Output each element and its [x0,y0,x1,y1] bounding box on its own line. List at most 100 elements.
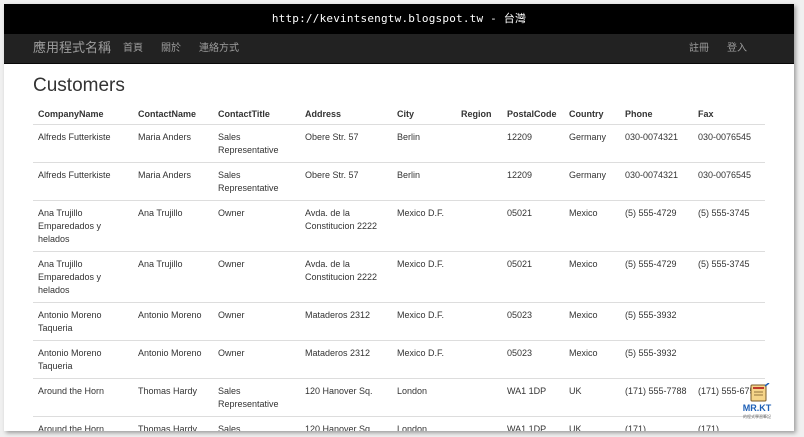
table-cell: Antonio Moreno Taqueria [33,302,133,341]
table-cell: Mataderos 2312 [300,302,392,341]
table-cell: 030-0074321 [620,124,693,163]
browser-viewport: http://kevintsengtw.blogspot.tw - 台灣 應用程… [4,4,794,431]
table-cell: Mataderos 2312 [300,340,392,379]
table-cell: Avda. de la Constitucion 2222 [300,200,392,252]
table-cell: Owner [213,302,300,341]
table-cell: Mexico D.F. [392,251,456,303]
table-cell: 12209 [502,124,564,163]
table-cell: Ana Trujillo [133,200,213,252]
column-header: CompanyName [33,103,133,125]
column-header: ContactName [133,103,213,125]
table-row: Antonio Moreno Taqueria Antonio Moreno Own… [33,302,765,341]
table-cell: Berlin [392,124,456,163]
table-cell: Maria Anders [133,124,213,163]
table-cell: (5) 555-3932 [620,302,693,341]
table-cell: 030-0076545 [693,124,765,163]
column-header: City [392,103,456,125]
table-cell: 120 Hanover Sq. [300,378,392,417]
column-header: ContactTitle [213,103,300,125]
table-cell: Sales [213,416,300,431]
table-cell: Antonio Moreno [133,340,213,379]
table-cell [693,340,765,379]
nav-item-register[interactable]: 註冊 [680,34,718,63]
table-cell [693,302,765,341]
column-header: Country [564,103,620,125]
nav-item-home[interactable]: 首頁 [114,34,152,63]
page-title: Customers [33,75,125,96]
table-cell: Mexico D.F. [392,302,456,341]
table-cell: 12209 [502,162,564,201]
table-row: Ana Trujillo Emparedados y helados Ana Tr… [33,200,765,252]
table-cell: Mexico [564,251,620,303]
table-cell: (171) 555-7788 [620,378,693,417]
table-cell: Ana Trujillo Emparedados y helados [33,251,133,303]
customers-table: CompanyName ContactName ContactTitle Add… [33,103,765,431]
column-header: Fax [693,103,765,125]
watermark-banner: http://kevintsengtw.blogspot.tw - 台灣 [4,4,794,34]
table-cell: Mexico [564,302,620,341]
column-header: Address [300,103,392,125]
table-cell [456,378,502,417]
table-cell: Berlin [392,162,456,201]
table-cell: Obere Str. 57 [300,124,392,163]
table-cell [456,200,502,252]
nav-item-contact[interactable]: 連絡方式 [190,34,248,63]
table-cell: 05023 [502,340,564,379]
table-cell: Alfreds Futterkiste [33,162,133,201]
table-cell [456,416,502,431]
table-cell: (171) [620,416,693,431]
table-cell: London [392,416,456,431]
navbar: 應用程式名稱 首頁 關於 連絡方式 註冊 登入 [4,34,794,64]
notebook-icon [750,383,770,402]
table-cell: (5) 555-4729 [620,200,693,252]
table-cell: UK [564,378,620,417]
table-cell: Ana Trujillo [133,251,213,303]
table-row: Alfreds Futterkiste Maria Anders Sales Rep… [33,162,765,201]
table-cell [456,162,502,201]
table-cell: London [392,378,456,417]
table-cell: Owner [213,200,300,252]
table-cell: Owner [213,251,300,303]
table-cell: Mexico D.F. [392,340,456,379]
table-row: Alfreds Futterkiste Maria Anders Sales Rep… [33,124,765,163]
table-cell: Mexico [564,200,620,252]
table-cell: UK [564,416,620,431]
table-cell: Obere Str. 57 [300,162,392,201]
nav-item-about[interactable]: 關於 [152,34,190,63]
nav-item-login[interactable]: 登入 [718,34,756,63]
table-cell: Thomas Hardy [133,378,213,417]
table-cell: (5) 555-3745 [693,251,765,303]
column-header: Region [456,103,502,125]
table-cell: 05023 [502,302,564,341]
table-cell: WA1 1DP [502,416,564,431]
table-header-row: CompanyName ContactName ContactTitle Add… [33,103,765,125]
site-logo: MR.KT 的程式學習筆記 [739,383,775,427]
table-cell [456,302,502,341]
logo-subtext: 的程式學習筆記 [743,414,771,419]
table-cell: (5) 555-3745 [693,200,765,252]
table-cell: 120 Hanover Sq. [300,416,392,431]
table-cell [456,251,502,303]
table-cell: (5) 555-3932 [620,340,693,379]
column-header: PostalCode [502,103,564,125]
column-header: Phone [620,103,693,125]
logo-text: MR.KT [742,403,772,413]
table-row: Ana Trujillo Emparedados y helados Ana Tr… [33,251,765,303]
table-cell: 030-0074321 [620,162,693,201]
navbar-right-menu: 註冊 登入 [680,34,756,63]
table-cell: Antonio Moreno [133,302,213,341]
navbar-brand[interactable]: 應用程式名稱 [33,34,111,63]
table-cell [456,340,502,379]
table-row: Around the Horn Thomas Hardy Sales 120 Hano… [33,416,765,431]
table-cell: WA1 1DP [502,378,564,417]
table-cell: 05021 [502,251,564,303]
table-cell: Mexico D.F. [392,200,456,252]
table-cell: Sales Representative [213,378,300,417]
table-cell: Sales Representative [213,162,300,201]
table-row: Antonio Moreno Taqueria Antonio Moreno Own… [33,340,765,379]
table-cell: Around the Horn [33,416,133,431]
table-cell: Around the Horn [33,378,133,417]
table-cell: Germany [564,162,620,201]
table-cell: Ana Trujillo Emparedados y helados [33,200,133,252]
table-cell: (5) 555-4729 [620,251,693,303]
